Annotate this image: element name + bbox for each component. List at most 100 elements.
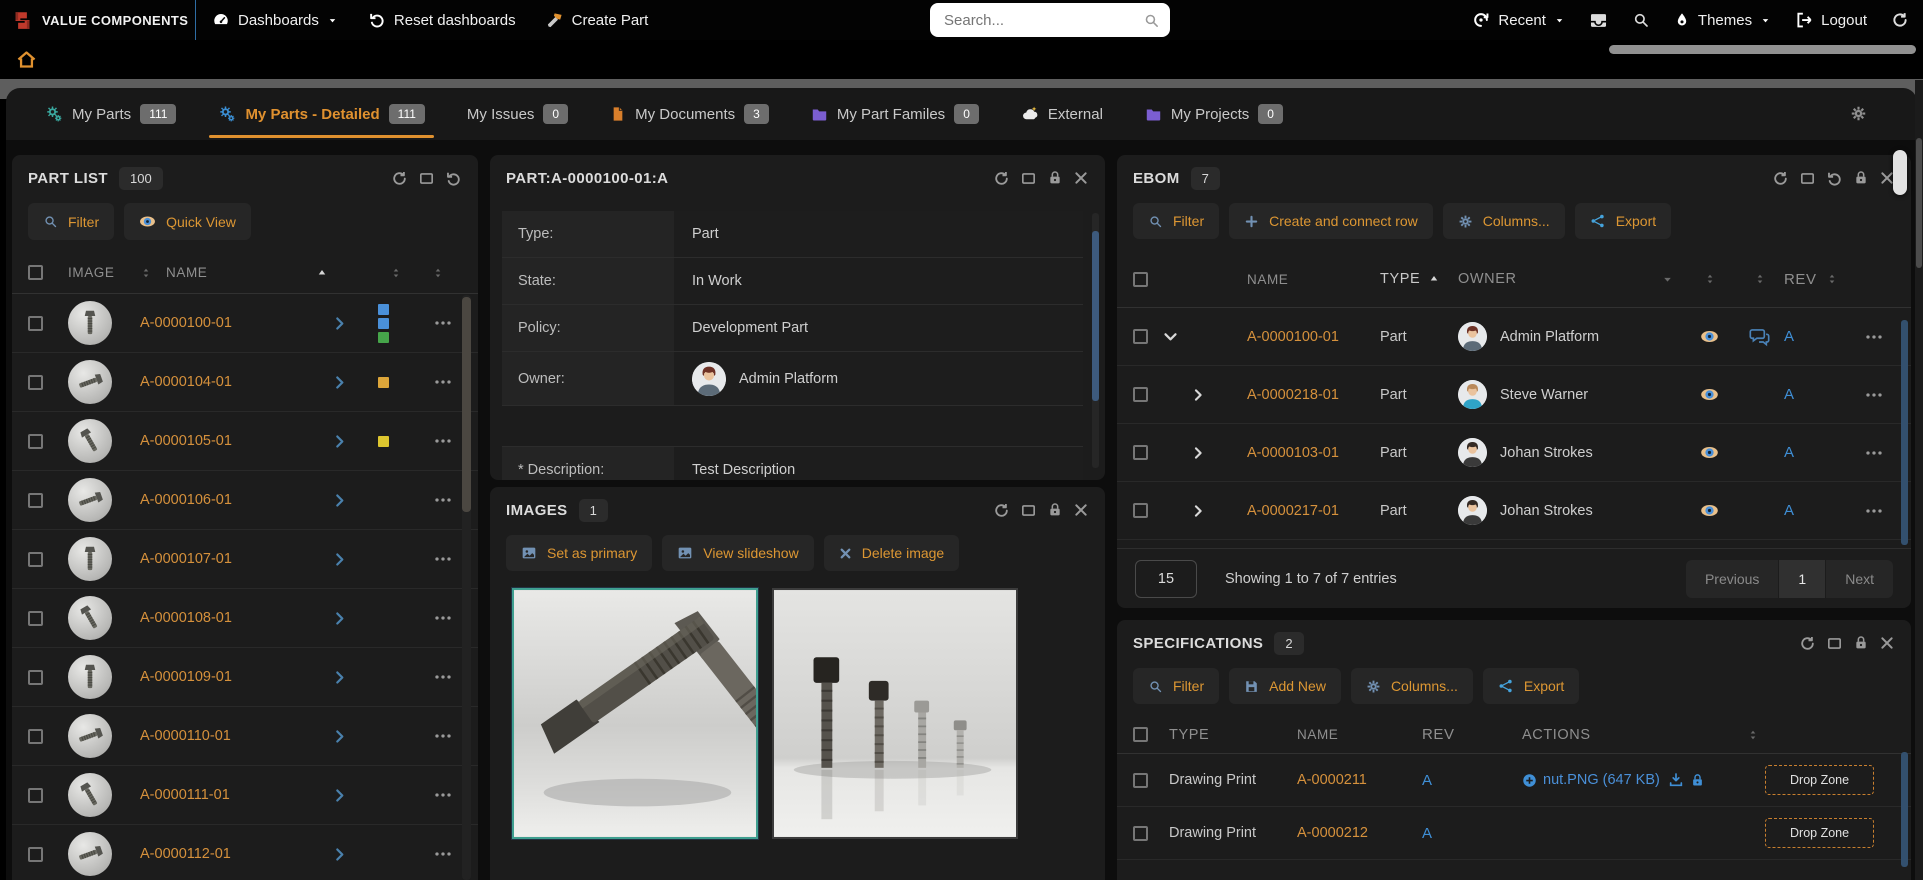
spec-link[interactable]: A-0000212 [1297,825,1368,841]
part-link[interactable]: A-0000100-01 [140,315,232,331]
page-size-select[interactable]: 15 [1135,560,1197,598]
part-link[interactable]: A-0000104-01 [140,374,232,390]
reset-dashboards-button[interactable]: Reset dashboards [368,11,516,29]
search-input[interactable] [944,12,1143,29]
scrollbar-thumb[interactable] [1916,138,1922,268]
row-checkbox[interactable] [28,316,43,331]
part-link[interactable]: A-0000111-01 [140,787,230,803]
part-link[interactable]: A-0000106-01 [140,492,232,508]
columns-button[interactable]: Columns... [1351,668,1473,704]
chevron-right-icon[interactable] [332,788,347,803]
row-menu-icon[interactable] [1865,502,1883,520]
maximize-icon[interactable] [418,170,435,187]
row-checkbox[interactable] [28,552,43,567]
filter-button[interactable]: Filter [1133,668,1219,704]
row-menu-icon[interactable] [434,668,452,686]
brand[interactable]: VALUE COMPONENTS [0,0,196,40]
reset-icon[interactable] [1826,170,1843,187]
logout-button[interactable]: Logout [1795,11,1867,29]
sort-icon[interactable] [432,267,444,279]
add-file-circle-plus-icon[interactable] [1522,773,1537,788]
row-menu-icon[interactable] [434,373,452,391]
search-icon[interactable] [1143,12,1160,29]
ebom-scrollbar-thumb[interactable] [1901,320,1908,545]
row-checkbox[interactable] [1133,387,1148,402]
view-slideshow-button[interactable]: View slideshow [662,535,813,571]
part-link[interactable]: A-0000218-01 [1247,387,1339,403]
row-menu-icon[interactable] [1865,444,1883,462]
part-thumbnail[interactable] [68,596,112,640]
sort-icon[interactable] [1504,729,1522,741]
image-thumbnail-selected[interactable] [512,588,758,839]
row-checkbox[interactable] [28,611,43,626]
chevron-right-icon[interactable] [332,729,347,744]
columns-button[interactable]: Columns... [1443,203,1565,239]
row-checkbox[interactable] [1133,445,1148,460]
row-checkbox[interactable] [28,375,43,390]
maximize-icon[interactable] [1020,170,1037,187]
part-link[interactable]: A-0000105-01 [140,433,232,449]
create-part-button[interactable]: Create Part [546,11,649,29]
image-thumbnail[interactable] [772,588,1018,839]
part-thumbnail[interactable] [68,478,112,522]
lock-icon[interactable] [1853,170,1869,186]
spec-link[interactable]: A-0000211 [1297,772,1367,788]
part-thumbnail[interactable] [68,832,112,876]
part-thumbnail[interactable] [68,360,112,404]
part-thumbnail[interactable] [68,714,112,758]
expand-chevron-right-icon[interactable] [1191,446,1205,460]
eye-icon[interactable] [1700,385,1719,404]
select-all-checkbox[interactable] [1133,272,1148,287]
tab-my-documents[interactable]: My Documents 3 [589,88,790,140]
close-icon[interactable] [1073,502,1089,518]
refresh-icon[interactable] [1799,635,1816,652]
create-and-connect-row-button[interactable]: Create and connect row [1229,203,1433,239]
part-thumbnail[interactable] [68,655,112,699]
horizontal-scrollbar-thumb[interactable] [1609,45,1916,54]
row-menu-icon[interactable] [434,845,452,863]
refresh-icon[interactable] [993,502,1010,519]
row-checkbox[interactable] [28,493,43,508]
dashboards-menu[interactable]: Dashboards [212,11,338,29]
part-thumbnail[interactable] [68,537,112,581]
row-menu-icon[interactable] [434,314,452,332]
chevron-right-icon[interactable] [332,434,347,449]
chat-icon[interactable] [1749,326,1770,347]
filter-button[interactable]: Filter [1133,203,1219,239]
part-link[interactable]: A-0000109-01 [140,669,232,685]
tab-my-part-familes[interactable]: My Part Familes 0 [790,88,1000,140]
tab-my-parts-detailed[interactable]: My Parts - Detailed 111 [197,88,445,140]
next-page-button[interactable]: Next [1826,560,1893,598]
sort-icon[interactable] [1826,273,1838,285]
sort-asc-icon[interactable] [1428,273,1440,285]
row-menu-icon[interactable] [1865,328,1883,346]
row-checkbox[interactable] [28,434,43,449]
quick-view-button[interactable]: Quick View [124,203,251,240]
expand-chevron-right-icon[interactable] [1191,388,1205,402]
maximize-icon[interactable] [1020,502,1037,519]
previous-page-button[interactable]: Previous [1686,560,1778,598]
sync-icon[interactable] [1891,11,1909,29]
row-checkbox[interactable] [28,788,43,803]
specifications-scrollbar-thumb[interactable] [1901,752,1908,867]
chevron-right-icon[interactable] [332,375,347,390]
tab-my-issues[interactable]: My Issues 0 [446,88,589,140]
recent-menu[interactable]: Recent [1472,11,1565,29]
export-button[interactable]: Export [1575,203,1671,239]
search-icon[interactable] [1632,11,1650,29]
part-thumbnail[interactable] [68,301,112,345]
chevron-right-icon[interactable] [332,847,347,862]
chevron-right-icon[interactable] [332,552,347,567]
part-link[interactable]: A-0000103-01 [1247,445,1339,461]
dashboard-settings-gear-icon[interactable] [1850,105,1867,122]
download-icon[interactable] [1668,772,1684,788]
part-link[interactable]: A-0000110-01 [140,728,231,744]
row-checkbox[interactable] [1133,329,1148,344]
scrollbar-thumb[interactable] [1092,231,1099,401]
expand-chevron-right-icon[interactable] [1191,504,1205,518]
sort-asc-icon[interactable] [316,267,328,279]
part-link[interactable]: A-0000112-01 [140,846,231,862]
filter-caret-icon[interactable] [1661,273,1674,286]
row-checkbox[interactable] [1133,826,1148,841]
tab-my-projects[interactable]: My Projects 0 [1124,88,1304,140]
